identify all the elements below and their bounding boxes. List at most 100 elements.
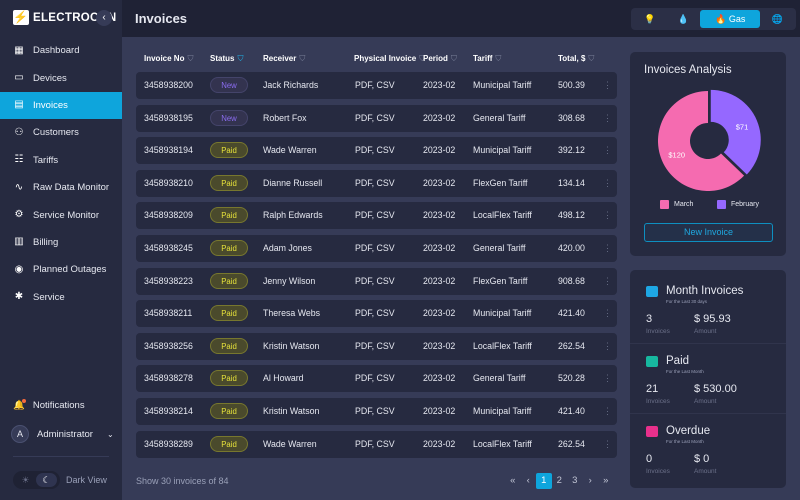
table-row[interactable]: 3458938209 Paid Ralph Edwards PDF, CSV 2023-… bbox=[136, 202, 617, 230]
cell-tariff: Municipal Tariff bbox=[473, 80, 532, 90]
cell-receiver: Jack Richards bbox=[263, 80, 319, 90]
customers-icon: ⚇ bbox=[14, 126, 24, 138]
filter-icon[interactable]: ⛉ bbox=[495, 54, 501, 63]
tab-electricity[interactable]: 💡 bbox=[633, 10, 667, 28]
stat-amount: $ 530.00 bbox=[694, 383, 737, 395]
table-header: Invoice No ⛉ Status ⛉ Receiver ⛉ Physical Invo… bbox=[136, 54, 617, 66]
sidebar-item-invoices[interactable]: ▤ Invoices bbox=[0, 91, 122, 120]
more-options-icon[interactable]: ⋮ bbox=[603, 243, 612, 254]
column-header-physical-invoice[interactable]: Physical Invoice ⛉ bbox=[354, 54, 425, 64]
cell-physical-invoice: PDF, CSV bbox=[355, 373, 395, 384]
more-options-icon[interactable]: ⋮ bbox=[603, 341, 612, 352]
cell-invoice-no: 3458938211 bbox=[144, 308, 193, 319]
table-row[interactable]: 3458938195 New Robert Fox PDF, CSV 2023-02 Ge… bbox=[136, 104, 617, 132]
status-badge: Paid bbox=[210, 240, 248, 256]
legend-march: March bbox=[660, 200, 693, 209]
notifications-link[interactable]: 🔔 Notifications bbox=[13, 399, 85, 411]
avatar: A bbox=[11, 425, 29, 443]
table-row[interactable]: 3458938200 New Jack Richards PDF, CSV 2023-0… bbox=[136, 72, 617, 99]
more-options-icon[interactable]: ⋮ bbox=[603, 210, 612, 221]
service-icon: ✱ bbox=[14, 291, 24, 303]
new-invoice-button[interactable]: New Invoice bbox=[644, 223, 773, 242]
legend-swatch bbox=[717, 200, 726, 209]
page-1[interactable]: 1 bbox=[536, 473, 552, 489]
lightbulb-icon: 💡 bbox=[644, 14, 656, 24]
more-options-icon[interactable]: ⋮ bbox=[603, 145, 612, 156]
cell-receiver: Robert Fox bbox=[263, 112, 307, 123]
table-row[interactable]: 3458938278 Paid Al Howard PDF, CSV 2023-02 Ge… bbox=[136, 365, 617, 393]
column-header-total[interactable]: Total, $ ⛉ bbox=[558, 54, 594, 64]
cell-period: 2023-02 bbox=[423, 308, 456, 319]
sidebar-item-label: Raw Data Monitor bbox=[33, 182, 110, 194]
table-row[interactable]: 3458938256 Paid Kristin Watson PDF, CSV 2023… bbox=[136, 332, 617, 360]
cell-tariff: LocalFlex Tariff bbox=[473, 340, 532, 351]
sidebar-item-customers[interactable]: ⚇ Customers bbox=[0, 119, 122, 146]
more-options-icon[interactable]: ⋮ bbox=[603, 80, 612, 91]
filter-icon[interactable]: ⛉ bbox=[237, 54, 243, 63]
page-first[interactable]: « bbox=[505, 473, 521, 489]
more-options-icon[interactable]: ⋮ bbox=[603, 113, 612, 124]
user-menu[interactable]: A Administrator ⌄ bbox=[11, 425, 114, 443]
more-options-icon[interactable]: ⋮ bbox=[603, 178, 612, 189]
sidebar-item-service-monitor[interactable]: ⚙ Service Monitor bbox=[0, 201, 122, 228]
table-row[interactable]: 3458938245 Paid Adam Jones PDF, CSV 2023-02 G… bbox=[136, 235, 617, 262]
utility-switcher: 💡 💧 🔥 Gas 🌐 bbox=[631, 8, 796, 30]
cell-total: 520.28 bbox=[558, 373, 585, 384]
page-last[interactable]: » bbox=[598, 473, 614, 489]
sun-icon[interactable]: ☀ bbox=[15, 473, 36, 487]
page-2[interactable]: 2 bbox=[552, 473, 568, 489]
sidebar-item-service[interactable]: ✱ Service bbox=[0, 284, 122, 311]
table-count: Show 30 invoices of 84 bbox=[136, 476, 229, 486]
collapse-sidebar-button[interactable]: ‹ bbox=[96, 10, 112, 26]
table-row[interactable]: 3458938211 Paid Theresa Webs PDF, CSV 2023-0… bbox=[136, 300, 617, 328]
table-row[interactable]: 3458938214 Paid Kristin Watson PDF, CSV 2023… bbox=[136, 398, 617, 425]
cell-physical-invoice: PDF, CSV bbox=[355, 177, 395, 188]
more-options-icon[interactable]: ⋮ bbox=[603, 308, 612, 319]
column-header-tariff[interactable]: Tariff ⛉ bbox=[473, 54, 501, 64]
sidebar-item-planned-outages[interactable]: ◉ Planned Outages bbox=[0, 256, 122, 283]
cell-receiver: Ralph Edwards bbox=[263, 210, 323, 221]
more-options-icon[interactable]: ⋮ bbox=[603, 439, 612, 450]
column-header-invoice-no[interactable]: Invoice No ⛉ bbox=[144, 54, 193, 64]
cell-physical-invoice: PDF, CSV bbox=[355, 145, 395, 156]
sidebar-item-tariffs[interactable]: ☷ Tariffs bbox=[0, 147, 122, 174]
column-header-status[interactable]: Status ⛉ bbox=[210, 54, 243, 64]
column-header-receiver[interactable]: Receiver ⛉ bbox=[263, 54, 305, 64]
more-options-icon[interactable]: ⋮ bbox=[603, 406, 612, 417]
more-options-icon[interactable]: ⋮ bbox=[603, 373, 612, 384]
filter-icon[interactable]: ⛉ bbox=[588, 54, 594, 63]
tab-water[interactable]: 💧 bbox=[667, 10, 701, 28]
page-next[interactable]: › bbox=[583, 473, 599, 489]
cell-physical-invoice: PDF, CSV bbox=[355, 340, 395, 351]
status-badge: Paid bbox=[210, 435, 248, 452]
sidebar-item-dashboard[interactable]: ▦ Dashboard bbox=[0, 37, 122, 64]
stats-card: Month Invoices For the Last 30 days 3 $ 95.… bbox=[630, 270, 786, 488]
stat-month-invoices: Month Invoices For the Last 30 days 3 $ 95.… bbox=[630, 274, 786, 344]
theme-toggle[interactable]: ☀ ☾ bbox=[13, 471, 60, 489]
sidebar-item-devices[interactable]: ▭ Devices bbox=[0, 64, 122, 91]
theme-switch[interactable]: ☀ ☾ Dark View bbox=[13, 471, 107, 489]
cell-receiver: Kristin Watson bbox=[263, 340, 320, 351]
column-header-period[interactable]: Period ⛉ bbox=[423, 54, 457, 64]
filter-icon[interactable]: ⛉ bbox=[299, 54, 305, 63]
sidebar-item-label: Invoices bbox=[33, 99, 68, 111]
moon-icon[interactable]: ☾ bbox=[36, 473, 57, 487]
table-row[interactable]: 3458938210 Paid Dianne Russell PDF, CSV 2023… bbox=[136, 169, 617, 197]
stat-amount-label: Amount bbox=[694, 468, 717, 475]
cell-period: 2023-02 bbox=[423, 145, 456, 156]
tab-internet[interactable]: 🌐 bbox=[760, 10, 794, 28]
table-row[interactable]: 3458938223 Paid Jenny Wilson PDF, CSV 2023-0… bbox=[136, 267, 617, 295]
more-options-icon[interactable]: ⋮ bbox=[603, 276, 612, 287]
sidebar-item-label: Planned Outages bbox=[33, 264, 107, 276]
table-row[interactable]: 3458938194 Paid Wade Warren PDF, CSV 2023-02… bbox=[136, 137, 617, 165]
filter-icon[interactable]: ⛉ bbox=[451, 54, 457, 63]
filter-icon[interactable]: ⛉ bbox=[187, 54, 193, 63]
page-prev[interactable]: ‹ bbox=[521, 473, 537, 489]
table-row[interactable]: 3458938289 Paid Wade Warren PDF, CSV 2023-02… bbox=[136, 430, 617, 458]
page-3[interactable]: 3 bbox=[567, 473, 583, 489]
sidebar-item-raw-data-monitor[interactable]: ∿ Raw Data Monitor bbox=[0, 174, 122, 201]
sidebar-item-billing[interactable]: ▥ Billing bbox=[0, 229, 122, 256]
slice-label: $120 bbox=[668, 150, 685, 159]
tab-gas[interactable]: 🔥 Gas bbox=[700, 10, 761, 28]
cell-tariff: LocalFlex Tariff bbox=[473, 210, 532, 221]
